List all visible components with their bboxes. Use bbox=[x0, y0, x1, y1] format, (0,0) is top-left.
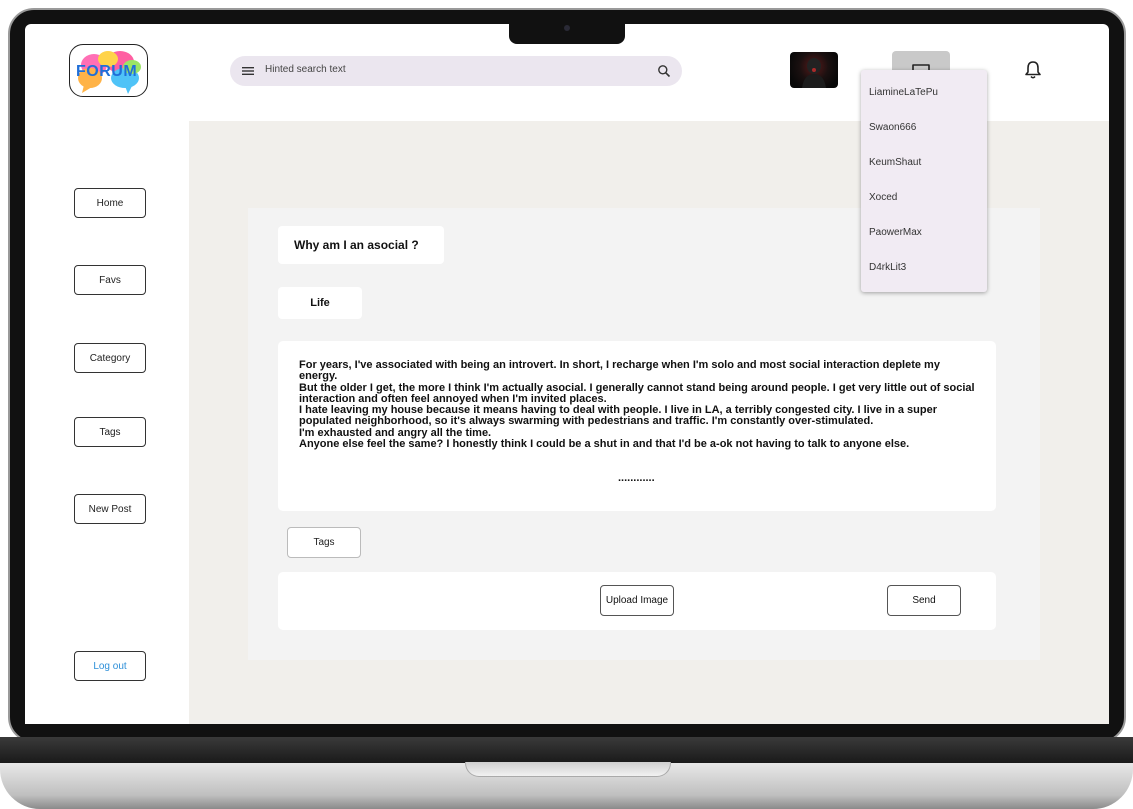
sidebar-item-tags[interactable]: Tags bbox=[74, 417, 146, 447]
upload-image-label: Upload Image bbox=[605, 595, 669, 606]
post-category[interactable]: Life bbox=[278, 287, 362, 319]
chat-dropdown-item[interactable]: LiamineLaTePu bbox=[869, 87, 938, 98]
sidebar-item-label: Tags bbox=[99, 426, 121, 438]
sidebar-item-label: Home bbox=[96, 197, 124, 209]
avatar-figure-icon bbox=[802, 58, 826, 88]
sidebar-item-category[interactable]: Category bbox=[74, 343, 146, 373]
search-placeholder[interactable]: Hinted search text bbox=[265, 64, 346, 75]
upload-image-button[interactable]: Upload Image bbox=[600, 585, 674, 616]
chat-dropdown-item[interactable]: Swaon666 bbox=[869, 122, 916, 133]
search-icon[interactable] bbox=[657, 64, 671, 78]
screen: FORUM Hinted search text Home Favs Categ… bbox=[25, 24, 1109, 724]
tags-button-label: Tags bbox=[313, 537, 335, 548]
post-body-line: Anyone else feel the same? I honestly th… bbox=[299, 438, 910, 451]
notifications-button[interactable] bbox=[1004, 50, 1064, 90]
send-label: Send bbox=[912, 595, 936, 606]
post-body-line: I hate leaving my house because it means… bbox=[299, 404, 937, 428]
sidebar-item-label: Category bbox=[89, 352, 131, 364]
sidebar-item-label: Favs bbox=[99, 274, 121, 286]
menu-icon[interactable] bbox=[241, 64, 255, 78]
forum-logo[interactable]: FORUM bbox=[69, 44, 148, 97]
tags-button[interactable]: Tags bbox=[287, 527, 361, 558]
post-body-line: But the older I get, the more I think I'… bbox=[299, 381, 975, 405]
search-bar[interactable]: Hinted search text bbox=[230, 56, 682, 86]
send-button[interactable]: Send bbox=[887, 585, 961, 616]
sidebar-item-home[interactable]: Home bbox=[74, 188, 146, 218]
post-body-text: For years, I've associated with being an… bbox=[299, 359, 975, 451]
chat-dropdown-item[interactable]: Xoced bbox=[869, 192, 897, 203]
sidebar-item-favs[interactable]: Favs bbox=[74, 265, 146, 295]
laptop-hinge bbox=[0, 737, 1133, 763]
logout-button[interactable]: Log out bbox=[74, 651, 146, 681]
chat-dropdown-item[interactable]: D4rkLit3 bbox=[869, 262, 906, 273]
chat-dropdown-item[interactable]: PaowerMax bbox=[869, 227, 922, 238]
post-body-ellipsis: ............ bbox=[618, 472, 655, 484]
bell-icon bbox=[1025, 61, 1041, 79]
chat-dropdown: LiamineLaTePu Swaon666 KeumShaut Xoced P… bbox=[861, 70, 987, 292]
sidebar-item-label: New Post bbox=[88, 503, 132, 515]
chat-dropdown-item[interactable]: KeumShaut bbox=[869, 157, 921, 168]
camera-icon bbox=[564, 25, 570, 31]
logo-text: FORUM bbox=[76, 63, 138, 80]
post-body-line: For years, I've associated with being an… bbox=[299, 359, 940, 383]
sidebar-item-new-post[interactable]: New Post bbox=[74, 494, 146, 524]
avatar[interactable] bbox=[790, 52, 838, 88]
logout-label: Log out bbox=[93, 660, 127, 672]
post-body[interactable]: For years, I've associated with being an… bbox=[278, 341, 996, 511]
post-title[interactable]: Why am I an asocial ? bbox=[278, 226, 444, 264]
laptop-lip bbox=[465, 762, 671, 777]
